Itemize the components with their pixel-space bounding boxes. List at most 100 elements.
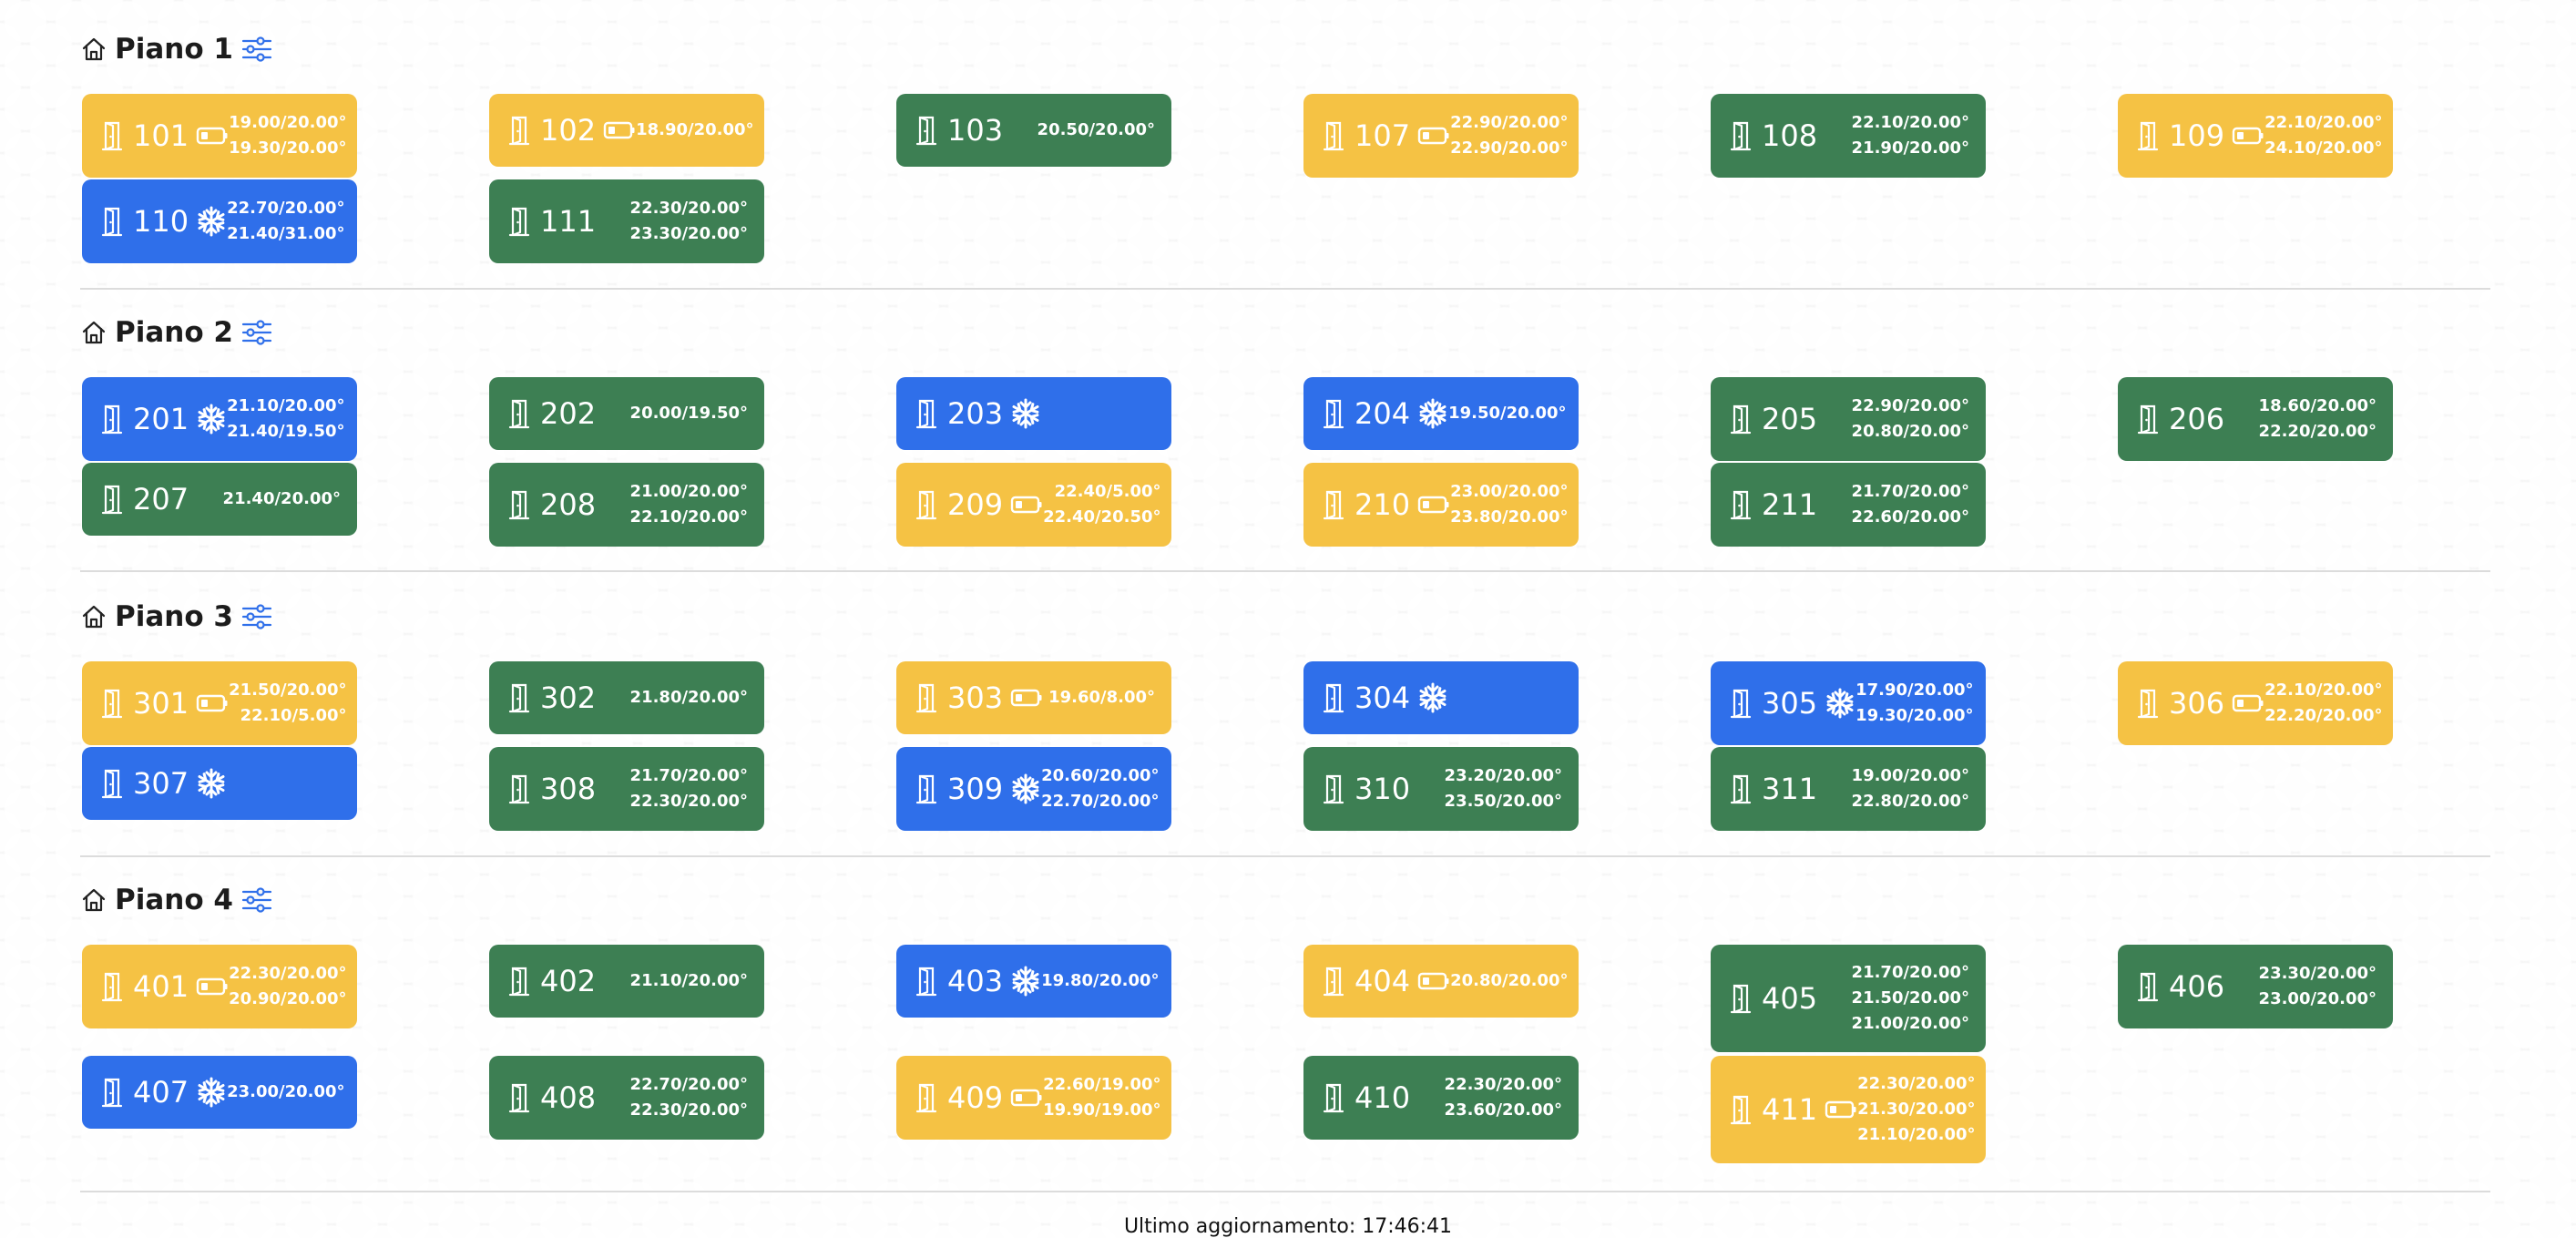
room-card-211[interactable]: 211 21.70/20.00° 22.60/20.00°	[1711, 463, 1986, 547]
room-card-401[interactable]: 401 22.30/20.00° 20.90/20.00°	[82, 945, 357, 1028]
room-card-208[interactable]: 208 21.00/20.00° 22.10/20.00°	[489, 463, 764, 547]
temperature-reading: 21.10/20.00°	[629, 971, 748, 990]
room-temperatures: 21.70/20.00° 22.30/20.00°	[630, 763, 748, 814]
temperature-reading: 23.30/20.00°	[629, 224, 748, 243]
door-icon	[1729, 688, 1753, 719]
last-update-text: Ultimo aggiornamento: 17:46:41	[1123, 1215, 1453, 1238]
door-icon	[1322, 489, 1345, 520]
room-card-311[interactable]: 311 19.00/20.00° 22.80/20.00°	[1711, 747, 1986, 831]
temperature-reading: 23.80/20.00°	[1450, 507, 1569, 527]
temperature-reading: 20.00/19.50°	[629, 404, 748, 423]
temperature-reading: 21.70/20.00°	[1851, 482, 1969, 501]
room-card-307[interactable]: 307	[82, 747, 357, 820]
room-card-206[interactable]: 206 18.60/20.00° 22.20/20.00°	[2118, 377, 2393, 461]
room-temperatures: 20.60/20.00° 22.70/20.00°	[1041, 763, 1159, 814]
room-card-409[interactable]: 409 22.60/19.00° 19.90/19.00°	[896, 1056, 1171, 1140]
room-card-210[interactable]: 210 23.00/20.00° 23.80/20.00°	[1303, 463, 1579, 547]
room-card-101[interactable]: 101 19.00/20.00° 19.30/20.00°	[82, 94, 357, 178]
temperature-reading: 22.80/20.00°	[1851, 792, 1969, 811]
room-card-410[interactable]: 410 22.30/20.00° 23.60/20.00°	[1303, 1056, 1579, 1140]
temperature-reading: 22.30/20.00°	[1444, 1075, 1562, 1094]
room-card-406[interactable]: 406 23.30/20.00° 23.00/20.00°	[2118, 945, 2393, 1028]
section-divider	[80, 288, 2490, 290]
room-number: 306	[2169, 686, 2225, 721]
snowflake-icon	[196, 768, 227, 799]
room-number: 310	[1354, 772, 1411, 806]
room-number: 402	[540, 964, 597, 998]
room-number: 407	[133, 1075, 189, 1110]
room-card-301[interactable]: 301 21.50/20.00° 22.10/5.00°	[82, 661, 357, 745]
door-icon	[100, 688, 124, 719]
door-icon	[2136, 404, 2160, 435]
room-card-102[interactable]: 102 18.90/20.00°	[489, 94, 764, 167]
house-icon	[80, 603, 107, 630]
room-number: 208	[540, 487, 597, 522]
room-card-402[interactable]: 402 21.10/20.00°	[489, 945, 764, 1018]
room-temperatures: 23.30/20.00° 23.00/20.00°	[2259, 961, 2377, 1012]
room-card-205[interactable]: 205 22.90/20.00° 20.80/20.00°	[1711, 377, 1986, 461]
room-card-303[interactable]: 303 19.60/8.00°	[896, 661, 1171, 734]
room-card-209[interactable]: 209 22.40/5.00° 22.40/20.50°	[896, 463, 1171, 547]
door-icon	[915, 115, 938, 146]
room-number: 206	[2169, 402, 2225, 436]
room-card-108[interactable]: 108 22.10/20.00° 21.90/20.00°	[1711, 94, 1986, 178]
room-card-403[interactable]: 403 19.80/20.00°	[896, 945, 1171, 1018]
snowflake-icon	[196, 206, 227, 237]
temperature-reading: 21.80/20.00°	[629, 688, 748, 707]
filter-settings-icon[interactable]	[240, 319, 273, 346]
door-icon	[2136, 971, 2160, 1002]
room-temperatures: 22.90/20.00° 22.90/20.00°	[1450, 110, 1568, 161]
room-number: 101	[133, 118, 189, 153]
filter-settings-icon[interactable]	[240, 36, 273, 63]
door-icon	[507, 682, 531, 713]
room-card-111[interactable]: 111 22.30/20.00° 23.30/20.00°	[489, 179, 764, 263]
snowflake-icon	[1417, 398, 1448, 429]
room-card-310[interactable]: 310 23.20/20.00° 23.50/20.00°	[1303, 747, 1579, 831]
room-temperatures: 20.00/19.50°	[630, 401, 748, 426]
room-temperatures: 22.30/20.00° 20.90/20.00°	[229, 961, 346, 1012]
filter-settings-icon[interactable]	[240, 603, 273, 630]
door-icon	[100, 971, 124, 1002]
filter-settings-icon[interactable]	[240, 886, 273, 914]
door-icon	[507, 489, 531, 520]
room-card-203[interactable]: 203	[896, 377, 1171, 450]
room-card-306[interactable]: 306 22.10/20.00° 22.20/20.00°	[2118, 661, 2393, 745]
room-card-302[interactable]: 302 21.80/20.00°	[489, 661, 764, 734]
room-number: 202	[540, 396, 597, 431]
room-card-304[interactable]: 304	[1303, 661, 1579, 734]
room-number: 308	[540, 772, 597, 806]
room-number: 305	[1762, 686, 1818, 721]
door-icon	[100, 404, 124, 435]
room-card-103[interactable]: 103 20.50/20.00°	[896, 94, 1171, 167]
temperature-reading: 21.50/20.00°	[229, 680, 347, 700]
temperature-reading: 21.40/20.00°	[222, 489, 341, 508]
room-card-204[interactable]: 204 19.50/20.00°	[1303, 377, 1579, 450]
battery-icon	[196, 126, 229, 146]
room-card-202[interactable]: 202 20.00/19.50°	[489, 377, 764, 450]
temperature-reading: 23.20/20.00°	[1444, 766, 1562, 785]
room-number: 204	[1354, 396, 1411, 431]
room-card-408[interactable]: 408 22.70/20.00° 22.30/20.00°	[489, 1056, 764, 1140]
room-card-107[interactable]: 107 22.90/20.00° 22.90/20.00°	[1303, 94, 1579, 178]
room-card-309[interactable]: 309 20.60/20.00° 22.70/20.00°	[896, 747, 1171, 831]
room-temperatures: 21.70/20.00° 22.60/20.00°	[1852, 479, 1969, 530]
temperature-reading: 20.50/20.00°	[1037, 120, 1155, 139]
room-temperatures: 22.30/20.00° 21.30/20.00° 21.10/20.00°	[1857, 1071, 1975, 1148]
room-card-405[interactable]: 405 21.70/20.00° 21.50/20.00° 21.00/20.00°	[1711, 945, 1986, 1052]
temperature-reading: 22.10/20.00°	[629, 507, 748, 527]
room-card-411[interactable]: 411 22.30/20.00° 21.30/20.00° 21.10/20.00°	[1711, 1056, 1986, 1163]
room-temperatures: 22.70/20.00° 21.40/31.00°	[227, 196, 344, 247]
room-card-207[interactable]: 207 21.40/20.00°	[82, 463, 357, 536]
room-temperatures: 21.50/20.00° 22.10/5.00°	[229, 678, 346, 729]
room-card-305[interactable]: 305 17.90/20.00° 19.30/20.00°	[1711, 661, 1986, 745]
room-card-404[interactable]: 404 20.80/20.00°	[1303, 945, 1579, 1018]
floor-title: Piano 4	[115, 884, 233, 916]
room-card-110[interactable]: 110 22.70/20.00° 21.40/31.00°	[82, 179, 357, 263]
house-icon	[80, 36, 107, 63]
temperature-reading: 22.60/20.00°	[1851, 507, 1969, 527]
door-icon	[2136, 688, 2160, 719]
room-card-109[interactable]: 109 22.10/20.00° 24.10/20.00°	[2118, 94, 2393, 178]
room-card-407[interactable]: 407 23.00/20.00°	[82, 1056, 357, 1129]
room-card-201[interactable]: 201 21.10/20.00° 21.40/19.50°	[82, 377, 357, 461]
room-card-308[interactable]: 308 21.70/20.00° 22.30/20.00°	[489, 747, 764, 831]
